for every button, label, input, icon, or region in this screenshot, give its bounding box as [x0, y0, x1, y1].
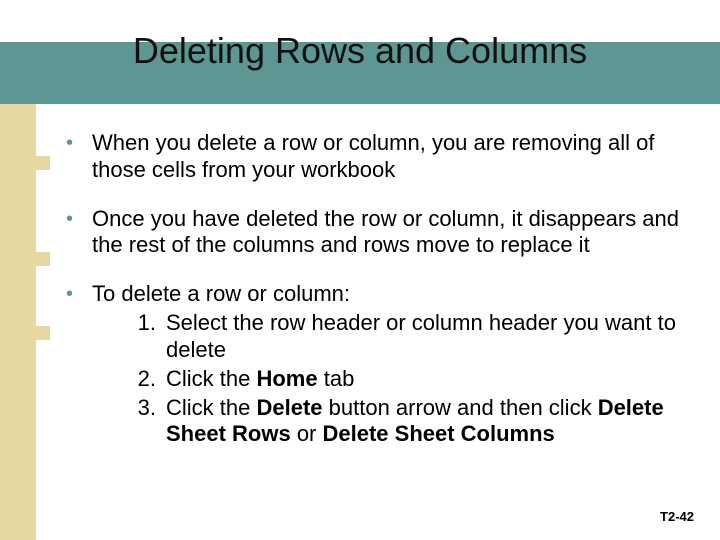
- list-step: 2. Click the Home tab: [132, 366, 686, 393]
- t: Click the: [166, 366, 256, 391]
- bullet-item: • When you delete a row or column, you a…: [66, 130, 686, 184]
- t-bold: Home: [256, 366, 317, 391]
- step-text: Click the Home tab: [166, 366, 686, 393]
- bullet-dot-icon: •: [66, 130, 92, 184]
- t: or: [291, 421, 323, 446]
- bullet-dot-icon: •: [66, 281, 92, 450]
- slide-number: T2-42: [660, 509, 694, 524]
- step-text: Select the row header or column header y…: [166, 310, 686, 364]
- step-number: 3.: [132, 395, 166, 449]
- t-bold: Delete: [256, 395, 322, 420]
- step-number: 2.: [132, 366, 166, 393]
- slide-title: Deleting Rows and Columns: [0, 30, 720, 72]
- t: tab: [318, 366, 355, 391]
- step-number: 1.: [132, 310, 166, 364]
- bullet-item: • Once you have deleted the row or colum…: [66, 206, 686, 260]
- slide: Deleting Rows and Columns • When you del…: [0, 0, 720, 540]
- t: button arrow and then click: [323, 395, 598, 420]
- t: Click the: [166, 395, 256, 420]
- step-text: Click the Delete button arrow and then c…: [166, 395, 686, 449]
- bullet-text: Once you have deleted the row or column,…: [92, 206, 686, 260]
- t-bold: Delete Sheet Columns: [323, 421, 555, 446]
- bullet-lead: To delete a row or column:: [92, 281, 350, 306]
- list-step: 3. Click the Delete button arrow and the…: [132, 395, 686, 449]
- bullet-text: When you delete a row or column, you are…: [92, 130, 686, 184]
- sidebar-notch: [36, 156, 50, 170]
- bullet-item: • To delete a row or column: 1. Select t…: [66, 281, 686, 450]
- sidebar-notch: [36, 252, 50, 266]
- content-area: • When you delete a row or column, you a…: [66, 130, 686, 450]
- list-step: 1. Select the row header or column heade…: [132, 310, 686, 364]
- sidebar-notch: [36, 326, 50, 340]
- bullet-text: To delete a row or column: 1. Select the…: [92, 281, 686, 450]
- sidebar-accent: [0, 104, 36, 540]
- numbered-list: 1. Select the row header or column heade…: [92, 310, 686, 448]
- bullet-dot-icon: •: [66, 206, 92, 260]
